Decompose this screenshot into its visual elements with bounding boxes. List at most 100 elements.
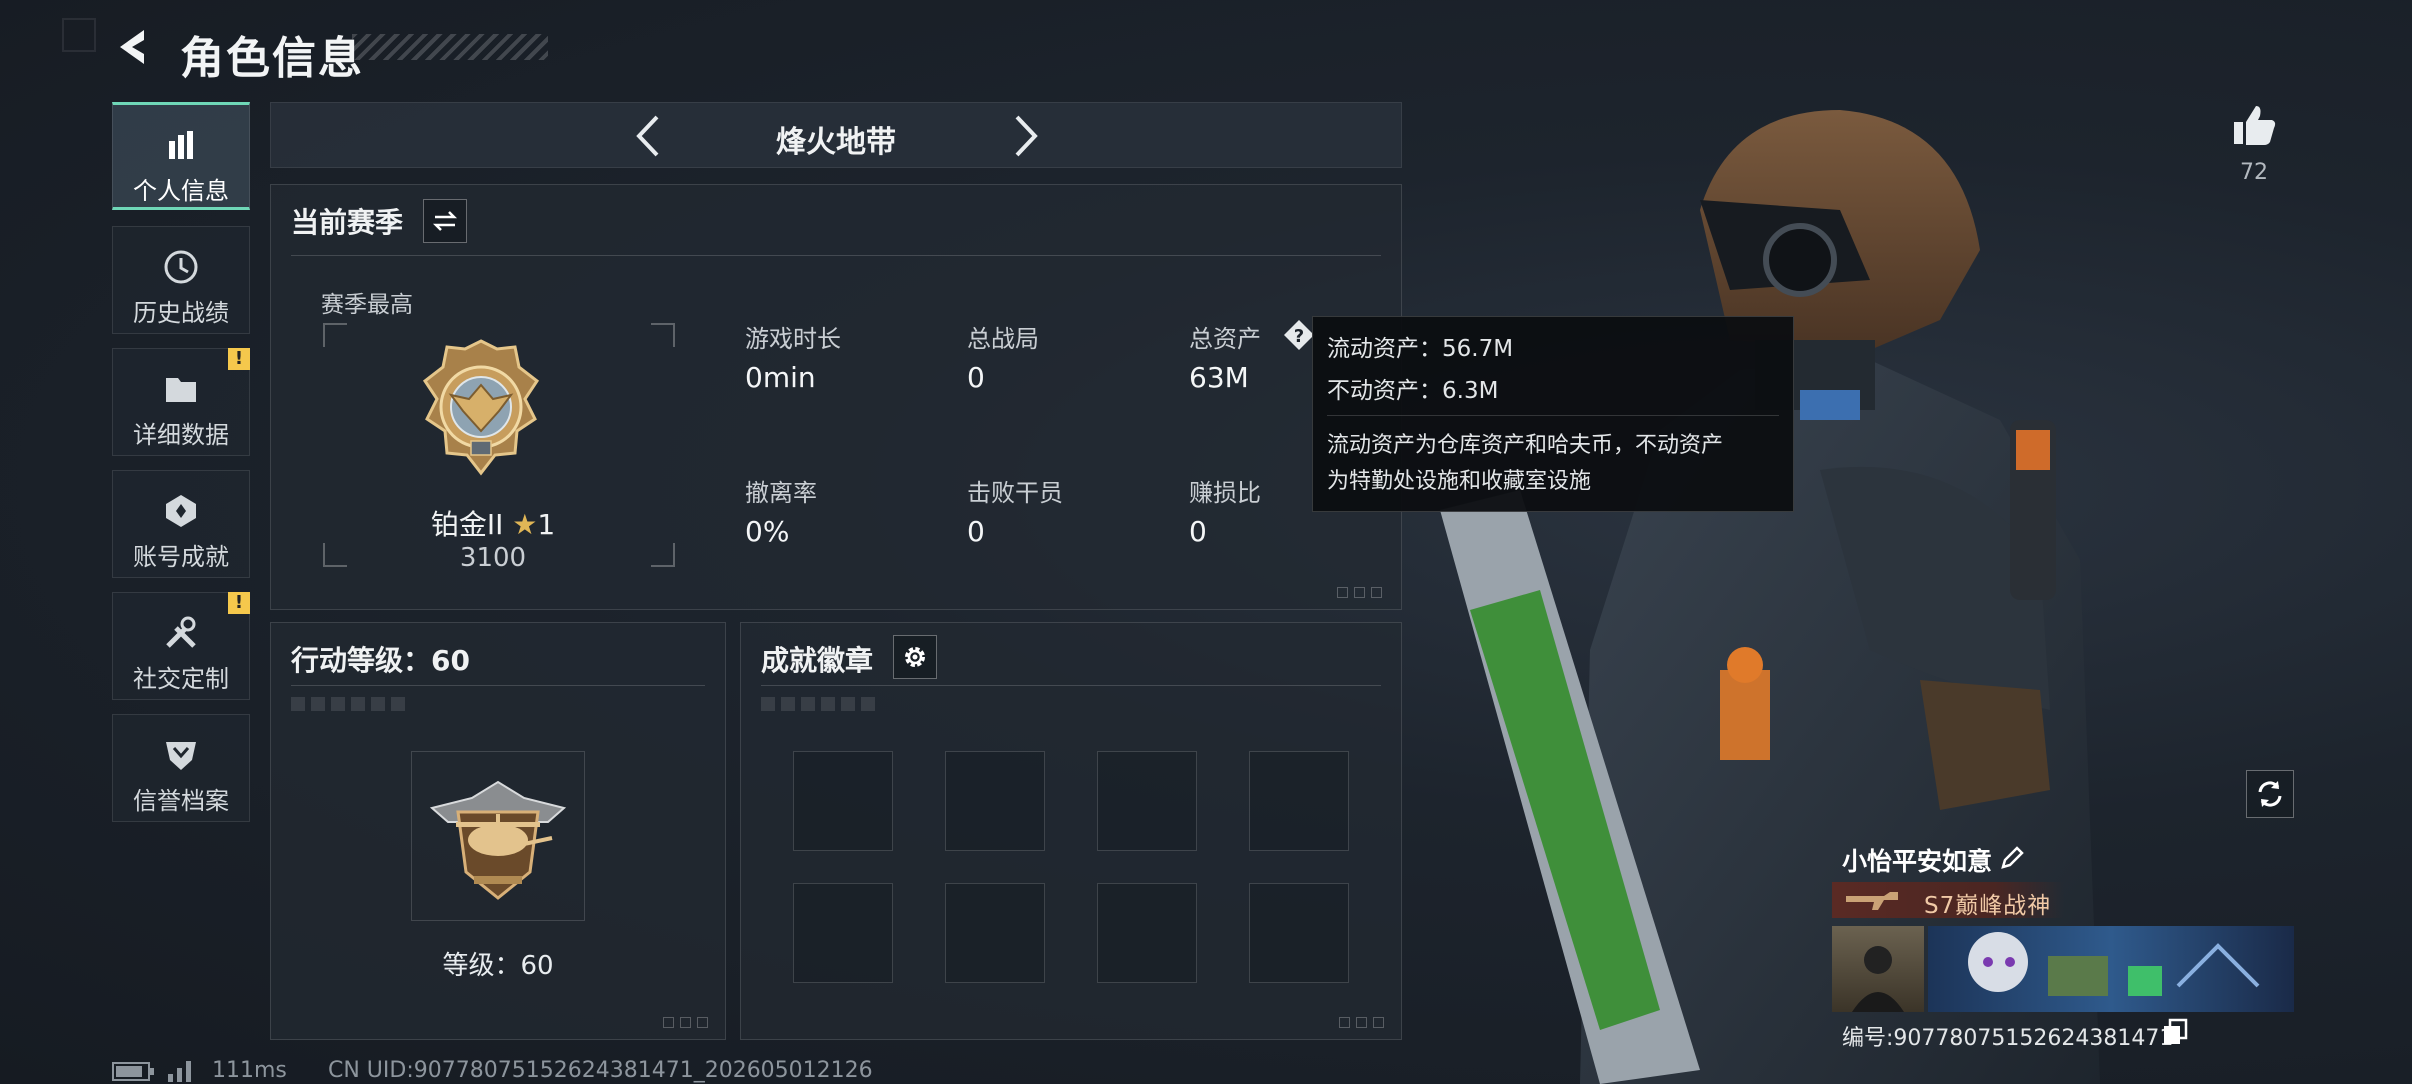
season-switch-button[interactable]	[423, 199, 467, 243]
badge-slot[interactable]	[1097, 751, 1197, 851]
rank-name-row: 铂金II ★1	[329, 503, 657, 543]
stat-label-playtime: 游戏时长	[745, 325, 841, 353]
badge-settings-button[interactable]	[893, 635, 937, 679]
assets-tooltip: 流动资产：56.7M 不动资产：6.3M 流动资产为仓库资产和哈夫币，不动资产 …	[1312, 316, 1794, 512]
history-icon	[164, 250, 198, 284]
stat-value-profit-ratio: 0	[1189, 515, 1207, 548]
player-avatar[interactable]	[1832, 926, 1924, 1012]
player-title-tag: S7巅峰战神	[1832, 882, 2064, 919]
sidebar-item-social-custom[interactable]: 社交定制 !	[112, 592, 250, 700]
rank-stars: 1	[537, 508, 556, 541]
fixed-assets-text: 不动资产：6.3M	[1327, 378, 1499, 404]
player-card: 小怡平安如意 S7巅峰战神 编号:9077807515262438147​1	[1832, 842, 2294, 1058]
stat-label-profit-ratio: 赚损比	[1189, 479, 1261, 507]
badge-slot[interactable]	[793, 751, 893, 851]
achievement-badges-panel: 成就徽章	[740, 622, 1402, 1040]
player-title: S7巅峰战神	[1924, 893, 2052, 919]
corner-decoration	[62, 18, 96, 52]
season-panel: 当前赛季 赛季最高 铂金II ★1 3100 游戏时长 0min 总战局 0 总…	[270, 184, 1402, 610]
folder-icon	[166, 378, 196, 402]
credit-shield-icon	[166, 742, 196, 770]
panel-corner-decoration	[1339, 1017, 1391, 1029]
thumbs-up-icon	[2234, 106, 2276, 145]
decorative-dashes	[291, 697, 411, 711]
mode-title: 烽火地带	[776, 125, 896, 160]
season-title: 当前赛季	[291, 206, 404, 239]
assets-help-button[interactable]: ?	[1283, 319, 1315, 351]
sidebar-item-account-achievement[interactable]: 账号成就	[112, 470, 250, 578]
stat-label-total-assets: 总资产	[1189, 325, 1261, 353]
frame-corner	[323, 323, 347, 347]
action-level-panel: 行动等级：60 等级：60	[270, 622, 726, 1040]
achievement-icon	[166, 495, 196, 527]
achievement-badges-title: 成就徽章	[761, 644, 874, 677]
page-title: 角色信息	[180, 33, 364, 84]
stat-label-extract-rate: 撤离率	[745, 479, 817, 507]
back-arrow-icon	[120, 30, 144, 64]
liquid-assets-text: 流动资产：56.7M	[1327, 336, 1514, 362]
edit-name-button[interactable]	[1998, 844, 2026, 872]
stat-label-operators-defeated: 击败干员	[967, 479, 1063, 507]
stat-value-extract-rate: 0%	[745, 515, 790, 548]
tools-icon	[166, 616, 196, 648]
next-mode-button[interactable]	[999, 111, 1049, 161]
stat-value-playtime: 0min	[745, 361, 816, 394]
level-emblem-frame	[411, 751, 585, 921]
like-button[interactable]	[2230, 100, 2280, 150]
rotate-model-button[interactable]	[2246, 770, 2294, 818]
badge-slot[interactable]	[793, 883, 893, 983]
like-count: 72	[2240, 160, 2268, 185]
sidebar-item-personal-info[interactable]: 个人信息	[112, 102, 250, 210]
title-decoration	[352, 34, 548, 60]
title-gun-icon	[1846, 892, 1898, 910]
star-icon: ★	[512, 508, 538, 541]
sidebar-item-label: 账号成就	[133, 543, 229, 571]
panel-corner-decoration	[663, 1017, 715, 1029]
alert-badge: !	[228, 592, 250, 614]
badge-slot[interactable]	[1249, 751, 1349, 851]
rank-name: 铂金II	[430, 508, 504, 541]
assets-desc-line2: 为特勤处设施和收藏室设施	[1327, 469, 1592, 494]
panel-corner-decoration	[1337, 587, 1389, 599]
sidebar-item-label: 个人信息	[133, 177, 229, 205]
swap-icon	[432, 211, 458, 231]
badge-slot[interactable]	[1249, 883, 1349, 983]
ping-text: 111ms	[212, 1058, 287, 1083]
stat-value-total-matches: 0	[967, 361, 985, 394]
back-button[interactable]	[110, 24, 156, 70]
gear-icon	[905, 647, 925, 667]
sidebar-item-label: 详细数据	[133, 421, 229, 449]
player-banner[interactable]	[1928, 926, 2294, 1012]
sidebar-item-label: 信誉档案	[133, 787, 229, 815]
alert-badge: !	[228, 348, 250, 370]
assets-desc-line1: 流动资产为仓库资产和哈夫币，不动资产	[1327, 433, 1724, 458]
footer-uid: CN UID:9077807515262438147​1_20260501212…	[328, 1058, 873, 1083]
battery-icon	[112, 1062, 154, 1081]
divider	[1327, 415, 1779, 416]
divider	[291, 685, 705, 686]
frame-corner	[651, 323, 675, 347]
mode-selector: 烽火地带	[270, 102, 1402, 168]
level-text: 等级：60	[442, 951, 554, 981]
sidebar-item-detailed-data[interactable]: 详细数据 !	[112, 348, 250, 456]
edit-pencil-icon	[2001, 846, 2024, 869]
rank-points: 3100	[459, 543, 527, 573]
badge-slot[interactable]	[945, 883, 1045, 983]
sidebar-item-history[interactable]: 历史战绩	[112, 226, 250, 334]
action-level-title: 行动等级：60	[291, 644, 470, 677]
copy-icon	[2164, 1018, 2188, 1044]
player-id: 编号:9077807515262438147​1	[1842, 1026, 2174, 1051]
stat-value-total-assets: 63M	[1189, 361, 1249, 394]
svg-text:?: ?	[1294, 326, 1304, 347]
chevron-right-icon	[1015, 115, 1038, 157]
badge-slot[interactable]	[945, 751, 1045, 851]
bar-chart-icon	[169, 131, 193, 159]
signal-icon	[168, 1061, 191, 1082]
badge-slot[interactable]	[1097, 883, 1197, 983]
rotate-icon	[2258, 781, 2282, 807]
stat-label-total-matches: 总战局	[967, 325, 1039, 353]
copy-id-button[interactable]	[2162, 1018, 2188, 1046]
help-icon: ?	[1284, 320, 1314, 350]
sidebar-item-credit-record[interactable]: 信誉档案	[112, 714, 250, 822]
divider	[761, 685, 1381, 686]
